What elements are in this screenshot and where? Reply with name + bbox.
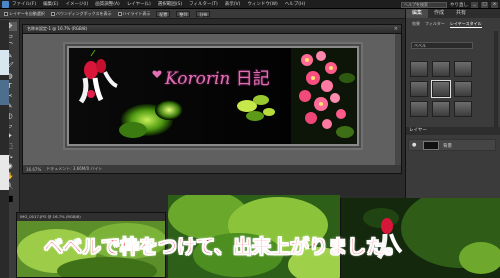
photo-window-title[interactable]: IMG_0017.JPG @ 16.7% (RGB/8) [17,213,165,221]
photoshop-elements-window: ファイル(F) 編集(E) イメージ(I) 画質調整(A) レイヤー(L) 選択… [0,0,500,278]
document-size: ドキュメント: 3.66M/0 バイト [46,166,103,171]
layer-name: 背景 [443,144,452,149]
document-window: 名称未設定-1 @ 16.7% (RGB/8) × Kororin 日記 16.… [22,24,402,174]
bevel-style-swatch[interactable] [432,61,450,77]
close-window-button[interactable]: × [491,1,498,8]
leaf [119,122,147,138]
banner-title-text: Kororin [165,69,231,89]
bevel-style-swatch[interactable] [454,61,472,77]
subtab-effects[interactable]: 効果 [412,21,420,27]
auto-select-layer-checkbox[interactable]: レイヤーを自動選択 [4,11,45,17]
maximize-button[interactable]: □ [481,1,488,8]
menu-window[interactable]: ウィンドウ(W) [247,1,277,7]
layer-thumbnail [423,141,439,150]
menu-file[interactable]: ファイル(F) [12,1,36,7]
checkbox-box [117,11,122,16]
document-tab[interactable]: 名称未設定-1 @ 16.7% (RGB/8) [27,26,87,32]
checkbox-box [50,11,55,16]
menu-help[interactable]: ヘルプ(H) [285,1,305,7]
pink-flower-cluster [291,48,357,144]
document-tab-bar: 名称未設定-1 @ 16.7% (RGB/8) × [23,25,401,34]
align-button[interactable]: 整列 [176,10,191,17]
banner-artwork [69,48,357,144]
document-status-bar: 16.67% ドキュメント: 3.66M/0 バイト [23,165,401,173]
menu-bar: ファイル(F) 編集(E) イメージ(I) 画質調整(A) レイヤー(L) 選択… [0,0,500,9]
menu-image[interactable]: イメージ(I) [65,1,88,7]
desktop-thumbnail [0,155,9,190]
close-icon[interactable]: × [394,26,398,32]
redo-link[interactable]: やり直し [450,2,468,8]
menu-filter[interactable]: フィルター(T) [189,1,218,7]
subtab-layer-styles[interactable]: レイヤースタイル [449,21,482,28]
checkbox-label: ハイライト表示 [122,10,151,16]
bevel-style-swatch[interactable] [431,80,451,98]
subtab-filters[interactable]: フィルター [425,21,445,27]
tab-create[interactable]: 作成 [428,9,450,18]
tab-share[interactable]: 共有 [450,9,472,18]
bevel-style-swatch[interactable] [454,81,472,97]
effects-scrollbar[interactable] [494,31,498,131]
minimize-button[interactable]: _ [471,1,478,8]
tab-edit[interactable]: 編集 [406,9,429,18]
checkbox-box [4,11,8,16]
bevel-styles-grid [410,61,472,117]
panel-tabs: 編集 作成 共有 [406,9,500,18]
bevel-style-swatch[interactable] [410,81,428,97]
bevel-style-swatch[interactable] [454,101,472,117]
effects-subtabs: 効果 フィルター レイヤースタイル [406,20,500,28]
layer-row[interactable]: ● 背景 [408,139,496,151]
layers-panel-header: レイヤー [406,127,500,135]
bevel-style-swatch[interactable] [410,101,428,117]
leaf [155,100,183,120]
checkbox-label: バウンディングボックスを表示 [55,10,112,16]
zoom-level[interactable]: 16.67% [26,167,41,172]
help-search-input[interactable]: ヘルプを検索 [401,1,447,8]
menu-select[interactable]: 選択範囲(S) [158,1,182,7]
menu-view[interactable]: 表示(V) [225,1,241,7]
show-bounding-box-checkbox[interactable]: バウンディングボックスを表示 [50,10,112,17]
menubar-right: ヘルプを検索 やり直し _ □ × [401,0,498,9]
menu-enhance[interactable]: 画質調整(A) [95,1,120,7]
arrange-button[interactable]: 配置 [156,10,171,17]
kororin-banner-image: Kororin 日記 [67,46,359,146]
desktop-thumbnail [0,50,9,75]
banner-title: Kororin 日記 [165,64,270,89]
app-icon [2,0,9,8]
distribute-button[interactable]: 分布 [196,10,211,17]
menu-edit[interactable]: 編集(E) [43,1,58,7]
menu-layer[interactable]: レイヤー(L) [127,1,151,7]
checkbox-label: レイヤーを自動選択 [9,10,45,16]
bevel-style-swatch[interactable] [410,61,428,77]
style-category-dropdown[interactable]: ベベル [411,42,473,49]
bevel-style-swatch[interactable] [432,101,450,117]
background-desktop-strip [0,20,9,278]
desktop-thumbnail [0,80,9,105]
highlight-checkbox[interactable]: ハイライト表示 [117,10,151,17]
banner-subtitle: 日記 [235,69,270,89]
caption-text: ベベルで枠をつけて、出来上がりました。 [44,236,405,259]
vertical-scrollbar[interactable] [395,34,401,167]
eye-icon[interactable]: ● [412,142,416,148]
tool-options-bar: レイヤーを自動選択 バウンディングボックスを表示 ハイライト表示 配置 整列 分… [0,9,405,19]
